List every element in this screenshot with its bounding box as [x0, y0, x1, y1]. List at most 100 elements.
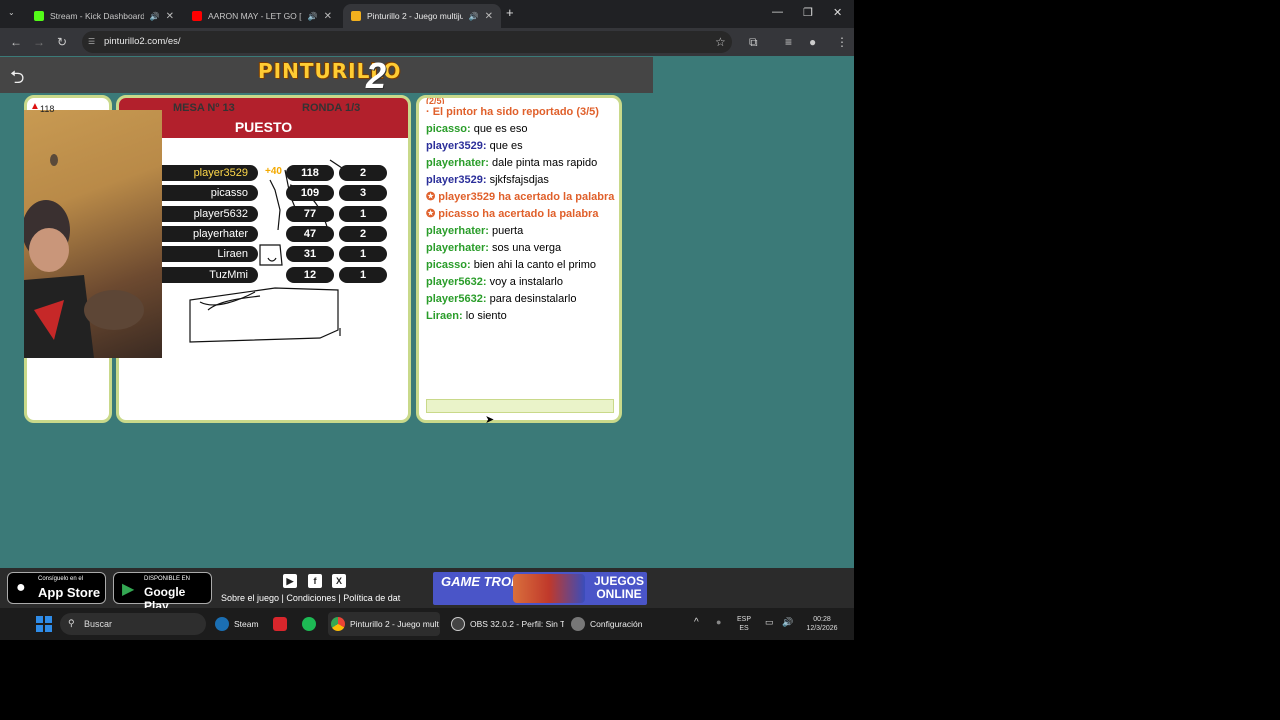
- clock[interactable]: 00:28 12/3/2026: [800, 615, 844, 633]
- youtube-icon[interactable]: ▶: [283, 574, 297, 588]
- clock-date: 12/3/2026: [806, 625, 838, 632]
- chat-panel: (2/5) · El pintor ha sido reportado (3/5…: [416, 95, 622, 423]
- chat-text: que es eso: [470, 123, 528, 135]
- tab-youtube[interactable]: AARON MAY - LET GO [Pro 🔊 ✕: [184, 4, 340, 28]
- app-label: Steam: [234, 619, 259, 629]
- chat-username: playerhater:: [426, 225, 489, 237]
- media-icon[interactable]: ≡: [785, 35, 792, 49]
- tab-title: AARON MAY - LET GO [Pro: [208, 11, 302, 21]
- player-guesses: 2: [339, 226, 387, 242]
- volume-icon[interactable]: 🔊: [782, 618, 793, 627]
- streamer-silhouette: [24, 154, 144, 358]
- chat-message: ✪ player3529 ha acertado la palabra: [426, 191, 615, 203]
- tab-kick[interactable]: Stream - Kick Dashboard 🔊 ✕: [26, 4, 182, 28]
- player-name: TuzMmi: [162, 267, 258, 283]
- chat-message: (2/5): [426, 98, 445, 104]
- language-indicator[interactable]: ESP ES: [737, 615, 751, 633]
- audio-icon[interactable]: 🔊: [469, 12, 479, 21]
- player-score: 47: [286, 226, 334, 242]
- exit-arrow-icon[interactable]: ⮌: [10, 65, 24, 95]
- extensions-icon[interactable]: ⧉: [749, 35, 758, 50]
- chat-message: · El pintor ha sido reportado (3/5): [426, 106, 599, 118]
- app-label: Configuración: [590, 619, 643, 629]
- taskbar-steam[interactable]: Steam: [212, 612, 264, 636]
- search-placeholder: Buscar: [84, 619, 113, 629]
- player-guesses: 2: [339, 165, 387, 181]
- chat-text: sos una verga: [488, 242, 562, 254]
- new-tab-button[interactable]: +: [506, 5, 514, 20]
- forward-icon[interactable]: →: [33, 35, 45, 49]
- taskbar-app[interactable]: [270, 612, 292, 636]
- search-icon: ⚲: [68, 618, 75, 628]
- chat-messages: (2/5) · El pintor ha sido reportado (3/5…: [426, 98, 616, 327]
- game-top-bar: ⮌ PINTURILLO 2: [0, 55, 653, 96]
- steam-icon: [215, 617, 229, 631]
- audio-icon[interactable]: 🔊: [308, 12, 318, 21]
- round-header: MESA Nº 13 RONDA 1/3 PUESTO: [119, 98, 408, 138]
- game-logo-number: 2: [366, 55, 387, 96]
- url-text: pinturillo2.com/es/: [104, 36, 181, 47]
- close-window-icon[interactable]: ✕: [833, 6, 842, 19]
- chat-message: playerhater: dale pinta mas rapido: [426, 157, 616, 169]
- site-info-icon[interactable]: ☰: [88, 37, 95, 46]
- x-icon[interactable]: X: [332, 574, 346, 588]
- store-name: App Store: [38, 585, 101, 600]
- chat-message: ✪ picasso ha acertado la palabra: [426, 208, 599, 220]
- chat-text: sjkfsfajsdjas: [486, 174, 549, 186]
- url-field[interactable]: pinturillo2.com/es/: [82, 31, 732, 53]
- google-play-button[interactable]: ▶ DISPONIBLE EN Google Play: [113, 572, 212, 613]
- tab-pinturillo[interactable]: Pinturillo 2 - Juego multijug 🔊 ✕: [343, 4, 501, 28]
- kick-icon: [34, 11, 44, 21]
- taskbar-search[interactable]: Buscar: [60, 613, 206, 635]
- taskbar-obs[interactable]: OBS 32.0.2 - Perfil: Sin T: [448, 612, 564, 636]
- trophy-icon: ▲: [30, 101, 40, 112]
- minimize-icon[interactable]: —: [772, 6, 783, 18]
- audio-icon[interactable]: 🔊: [150, 12, 160, 21]
- player-name: picasso: [162, 185, 258, 201]
- chat-text: voy a instalarlo: [486, 276, 563, 288]
- network-icon[interactable]: ▭: [765, 618, 774, 627]
- chat-text: para desinstalarlo: [486, 293, 577, 305]
- chat-input[interactable]: [426, 399, 614, 413]
- webcam-overlay: [24, 110, 162, 358]
- store-caption: DISPONIBLE EN: [144, 576, 191, 582]
- close-icon[interactable]: ✕: [166, 11, 174, 22]
- profile-icon[interactable]: ●: [809, 35, 816, 49]
- restore-icon[interactable]: ❐: [803, 6, 813, 19]
- store-caption: Consíguelo en el: [38, 576, 84, 582]
- chevron-up-icon[interactable]: ^: [694, 618, 699, 628]
- player-guesses: 1: [339, 246, 387, 262]
- player-score: 12: [286, 267, 334, 283]
- taskbar-spotify[interactable]: [299, 612, 321, 636]
- chat-text: puerta: [488, 225, 524, 237]
- windows-start-icon[interactable]: [36, 616, 52, 632]
- gametronia-banner[interactable]: GAME TRONIA JUEGOS ONLINE: [433, 572, 647, 605]
- taskbar-settings[interactable]: Configuración: [568, 612, 648, 636]
- own-score-peek: 118: [40, 104, 55, 114]
- reload-icon[interactable]: ↻: [57, 35, 67, 49]
- bolt-app-icon: [273, 617, 287, 631]
- back-icon[interactable]: ←: [10, 35, 22, 49]
- taskbar-chrome[interactable]: Pinturillo 2 - Juego mult: [328, 612, 440, 636]
- chat-username: playerhater:: [426, 242, 489, 254]
- microphone-icon[interactable]: ●: [716, 618, 721, 627]
- facebook-icon[interactable]: f: [308, 574, 322, 588]
- app-label: Pinturillo 2 - Juego mult: [350, 619, 439, 629]
- banner-art: [513, 574, 585, 603]
- chat-username: playerhater:: [426, 157, 489, 169]
- close-icon[interactable]: ✕: [324, 11, 332, 22]
- chat-username: player3529:: [426, 140, 487, 152]
- lang-layout: ES: [739, 625, 749, 632]
- chat-username: picasso:: [426, 123, 471, 135]
- tab-search-icon[interactable]: ⌄: [8, 8, 15, 17]
- menu-icon[interactable]: ⋮: [836, 35, 848, 49]
- chat-message: picasso: que es eso: [426, 123, 616, 135]
- close-icon[interactable]: ✕: [485, 11, 493, 22]
- footer-links[interactable]: Sobre el juego | Condiciones | Política …: [221, 593, 400, 603]
- windows-taskbar: Buscar ⚲ Steam Pinturillo 2 - Juego mult…: [0, 608, 854, 640]
- app-store-button[interactable]: ● Consíguelo en el App Store: [7, 572, 106, 604]
- browser-tab-bar: ⌄ Stream - Kick Dashboard 🔊 ✕ AARON MAY …: [0, 0, 854, 28]
- address-bar: ← → ↻ pinturillo2.com/es/ ☰ ☆ ⧉ ≡ ● ⋮: [0, 28, 854, 56]
- bookmark-star-icon[interactable]: ☆: [715, 35, 726, 49]
- chat-message: Liraen: lo siento: [426, 310, 616, 322]
